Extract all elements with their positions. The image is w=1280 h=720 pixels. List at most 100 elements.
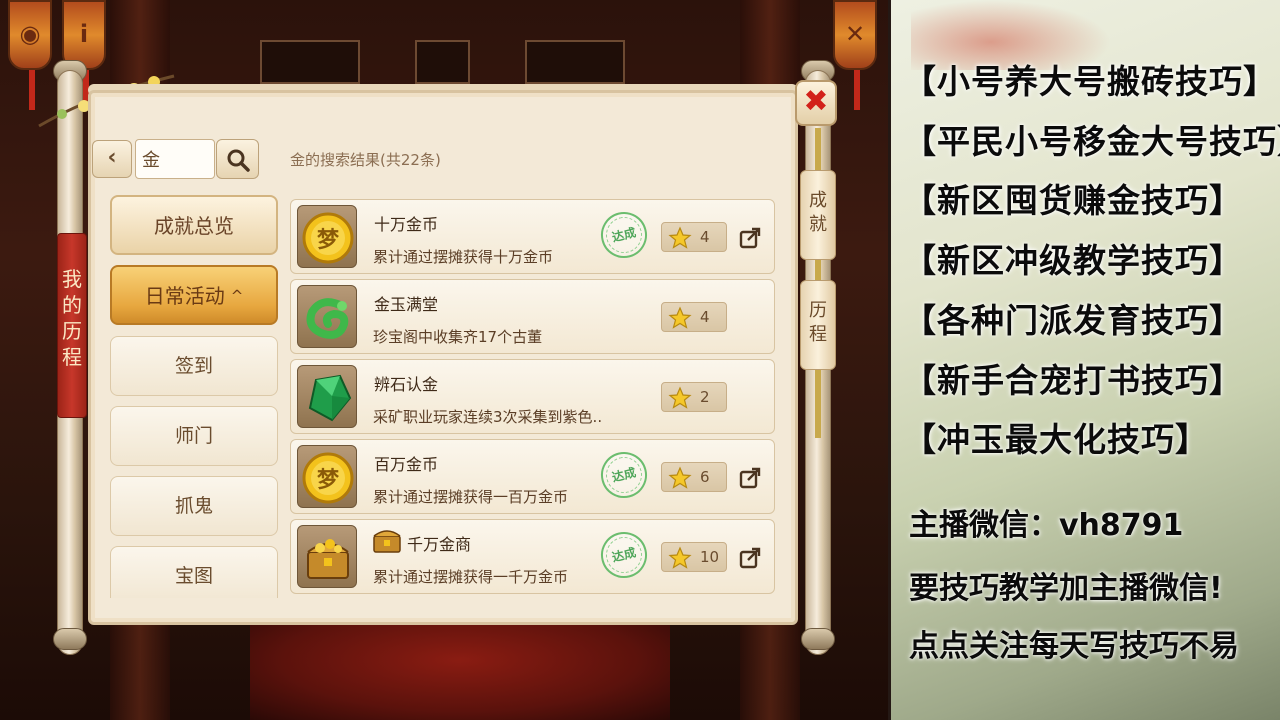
tab-cord [815,260,821,280]
result-row[interactable]: 梦 百万金币 累计通过摆摊获得一百万金币 达成 6 [290,439,775,514]
menu-item-ghost[interactable]: 抓鬼 [110,476,278,536]
gold-coin-icon: 梦 [297,205,357,268]
background-window [260,40,360,84]
side-title-char: 我 [62,267,82,291]
result-desc: 珍宝阁中收集齐17个古董 [373,328,543,346]
star-icon [668,466,692,489]
tip-line: 【新区囤货赚金技巧】 [903,181,1243,220]
category-menu: 成就总览 日常活动 ^ 签到 师门 抓鬼 宝图 [107,193,282,598]
tab-achievements[interactable]: 成 就 [800,170,836,260]
star-count-value: 2 [700,388,710,406]
result-name: 十万金币 [374,215,439,234]
background-window [415,40,470,84]
star-count: 6 [661,462,727,492]
promo-line: 点点关注每天写技巧不易 [909,629,1239,664]
game-viewport: ◉ i ✕ 我 的 历 程 ‹ 金的搜索结果(共22条) 成就总览 日常活动^ … [0,0,888,720]
tab-char: 成 [809,190,827,211]
chevron-up-icon: ^ [230,287,244,305]
tip-line: 【冲玉最大化技巧】 [903,420,1209,459]
menu-item-label: 日常活动 [144,284,225,308]
chevron-left-icon: ‹ [107,145,117,170]
background-carpet [250,620,670,720]
star-icon [668,306,692,329]
tab-char: 程 [809,324,827,345]
side-title-char: 历 [62,319,82,343]
menu-item-daily-activity[interactable]: 日常活动 ^ [110,265,278,325]
menu-item-treasure-map[interactable]: 宝图 [110,546,278,598]
side-title-char: 程 [62,345,82,369]
share-icon[interactable] [738,546,762,570]
result-name: 金玉满堂 [374,295,439,314]
tip-line: 【各种门派发育技巧】 [903,301,1243,340]
star-count-value: 10 [700,548,720,566]
star-count: 4 [661,222,727,252]
tab-char: 历 [809,300,827,321]
result-desc: 采矿职业玩家连续3次采集到紫色.. [373,408,603,426]
share-icon[interactable] [738,466,762,490]
search-button[interactable] [216,139,259,179]
result-desc: 累计通过摆摊获得十万金币 [373,248,554,266]
tab-cord [815,128,821,170]
result-desc: 累计通过摆摊获得一千万金币 [373,568,569,586]
svg-text:梦: 梦 [317,227,340,253]
search-icon [227,149,250,172]
close-icon: ✖ [803,84,829,119]
star-icon [668,386,692,409]
result-name: 辨石认金 [374,375,439,394]
star-count: 10 [661,542,727,572]
jade-dragon-icon [297,285,357,348]
result-name: 百万金币 [374,455,439,474]
share-icon[interactable] [738,226,762,250]
scroll-rod-cap [801,628,835,650]
star-count: 2 [661,382,727,412]
tip-line: 【新区冲级教学技巧】 [903,241,1243,280]
menu-item-label: 成就总览 [154,214,234,238]
star-count-value: 4 [700,308,710,326]
side-title-my-journey: 我 的 历 程 [57,233,87,418]
tip-line: 【平民小号移金大号技巧】 [903,122,1280,161]
star-icon [668,546,692,569]
scroll-rod-cap [53,628,87,650]
completed-stamp: 达成 [596,447,652,503]
menu-item-label: 宝图 [174,565,213,587]
result-row[interactable]: 千万金商 累计通过摆摊获得一千万金币 达成 10 [290,519,775,594]
star-count: 4 [661,302,727,332]
lantern-eye-icon[interactable]: ◉ [8,0,52,110]
treasure-chest-icon [297,525,357,588]
side-title-char: 的 [62,293,82,317]
tip-line: 【小号养大号搬砖技巧】 [903,62,1277,101]
emerald-stone-icon [297,365,357,428]
menu-item-overview[interactable]: 成就总览 [110,195,278,255]
star-icon [668,226,692,249]
close-button[interactable]: ✖ [795,80,837,126]
tip-line: 【新手合宠打书技巧】 [903,361,1243,400]
lantern-close-icon[interactable]: ✕ [833,0,877,110]
background-window [525,40,625,84]
promo-line: 要技巧教学加主播微信! [909,571,1223,606]
result-row[interactable]: 辨石认金 采矿职业玩家连续3次采集到紫色.. 2 [290,359,775,434]
completed-stamp: 达成 [596,527,652,583]
result-list: 梦 十万金币 累计通过摆摊获得十万金币 达成 4 金玉满堂 珍宝阁中收集齐17个… [288,194,778,600]
menu-item-sect[interactable]: 师门 [110,406,278,466]
result-name: 千万金商 [407,535,472,554]
wechat-id: 主播微信：vh8791 [909,508,1184,543]
search-input[interactable] [135,139,215,179]
result-row[interactable]: 梦 十万金币 累计通过摆摊获得十万金币 达成 4 [290,199,775,274]
search-result-title: 金的搜索结果(共22条) [290,151,441,169]
treasure-chest-icon [373,530,401,553]
back-button[interactable]: ‹ [92,140,132,178]
result-row[interactable]: 金玉满堂 珍宝阁中收集齐17个古董 4 [290,279,775,354]
tab-journey[interactable]: 历 程 [800,280,836,370]
menu-item-label: 签到 [174,355,213,377]
menu-item-label: 抓鬼 [174,495,213,517]
star-count-value: 4 [700,228,710,246]
gold-coin-icon: 梦 [297,445,357,508]
completed-stamp: 达成 [596,207,652,263]
menu-item-label: 师门 [174,425,213,447]
streamer-info-panel: 【小号养大号搬砖技巧】 【平民小号移金大号技巧】 【新区囤货赚金技巧】 【新区冲… [888,0,1280,720]
result-desc: 累计通过摆摊获得一百万金币 [373,488,569,506]
star-count-value: 6 [700,468,710,486]
tab-char: 就 [809,214,827,235]
tab-cord [815,370,821,438]
menu-item-checkin[interactable]: 签到 [110,336,278,396]
